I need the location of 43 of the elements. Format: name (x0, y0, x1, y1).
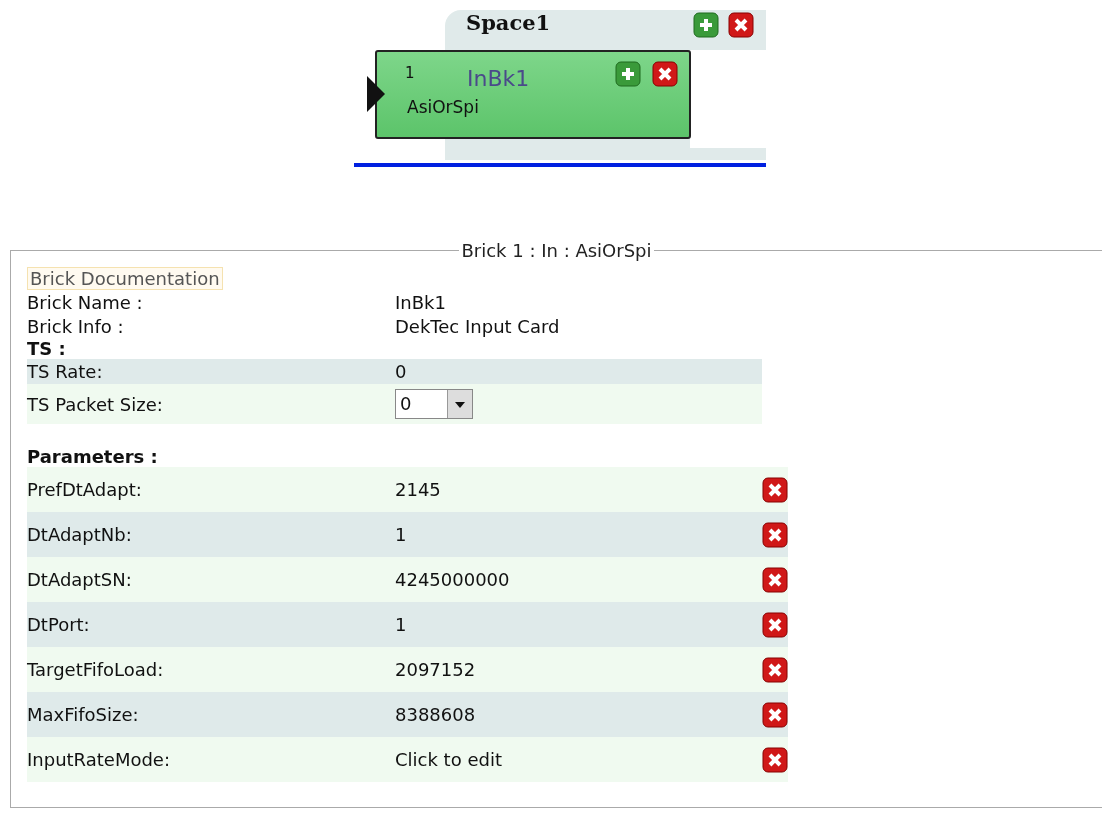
delete-button[interactable] (762, 566, 788, 593)
section-heading: TS : (27, 338, 67, 359)
param-label: DtAdaptSN: (27, 569, 133, 590)
delete-button[interactable] (728, 12, 754, 38)
documentation-link[interactable]: Brick Documentation (27, 267, 223, 290)
delete-button[interactable] (762, 611, 788, 638)
param-value[interactable]: 1 (395, 614, 762, 635)
delete-button[interactable] (762, 656, 788, 683)
param-label: PrefDtAdapt: (27, 479, 143, 500)
param-label: InputRateMode: (27, 749, 171, 770)
add-button[interactable] (693, 12, 719, 38)
delete-button[interactable] (762, 521, 788, 548)
brick-type: AsiOrSpi (407, 97, 479, 117)
param-value[interactable]: Click to edit (395, 749, 762, 770)
space-title: Space1 (466, 10, 551, 35)
delete-button[interactable] (762, 701, 788, 728)
brick-number: 1 (405, 64, 415, 82)
param-label: TargetFifoLoad: (27, 659, 165, 680)
param-label: DtAdaptNb: (27, 524, 133, 545)
add-button[interactable] (615, 61, 641, 87)
delete-button[interactable] (762, 476, 788, 503)
input-port-icon (367, 76, 385, 112)
param-value[interactable]: 2145 (395, 479, 762, 500)
packet-size-select[interactable]: 0 (395, 389, 473, 419)
param-value[interactable]: 8388608 (395, 704, 762, 725)
info-label: Brick Info : (27, 315, 125, 337)
ts-value: 0 (395, 361, 408, 382)
param-label: MaxFifoSize: (27, 704, 140, 725)
info-value: InBk1 (395, 291, 447, 313)
ts-label: TS Packet Size: (27, 393, 164, 415)
param-value[interactable]: 1 (395, 524, 762, 545)
ts-label: TS Rate: (27, 361, 104, 382)
param-label: DtPort: (27, 614, 91, 635)
section-heading: Parameters : (27, 446, 159, 467)
info-label: Brick Name : (27, 291, 144, 313)
param-value[interactable]: 4245000000 (395, 569, 762, 590)
brick-node[interactable]: 1 InBk1 AsiOrSpi (375, 50, 691, 139)
info-value: DekTec Input Card (395, 315, 561, 337)
delete-button[interactable] (652, 61, 678, 87)
param-value[interactable]: 2097152 (395, 659, 762, 680)
panel-legend: Brick 1 : In : AsiOrSpi (459, 240, 654, 261)
brick-name: InBk1 (467, 66, 530, 91)
delete-button[interactable] (762, 746, 788, 773)
